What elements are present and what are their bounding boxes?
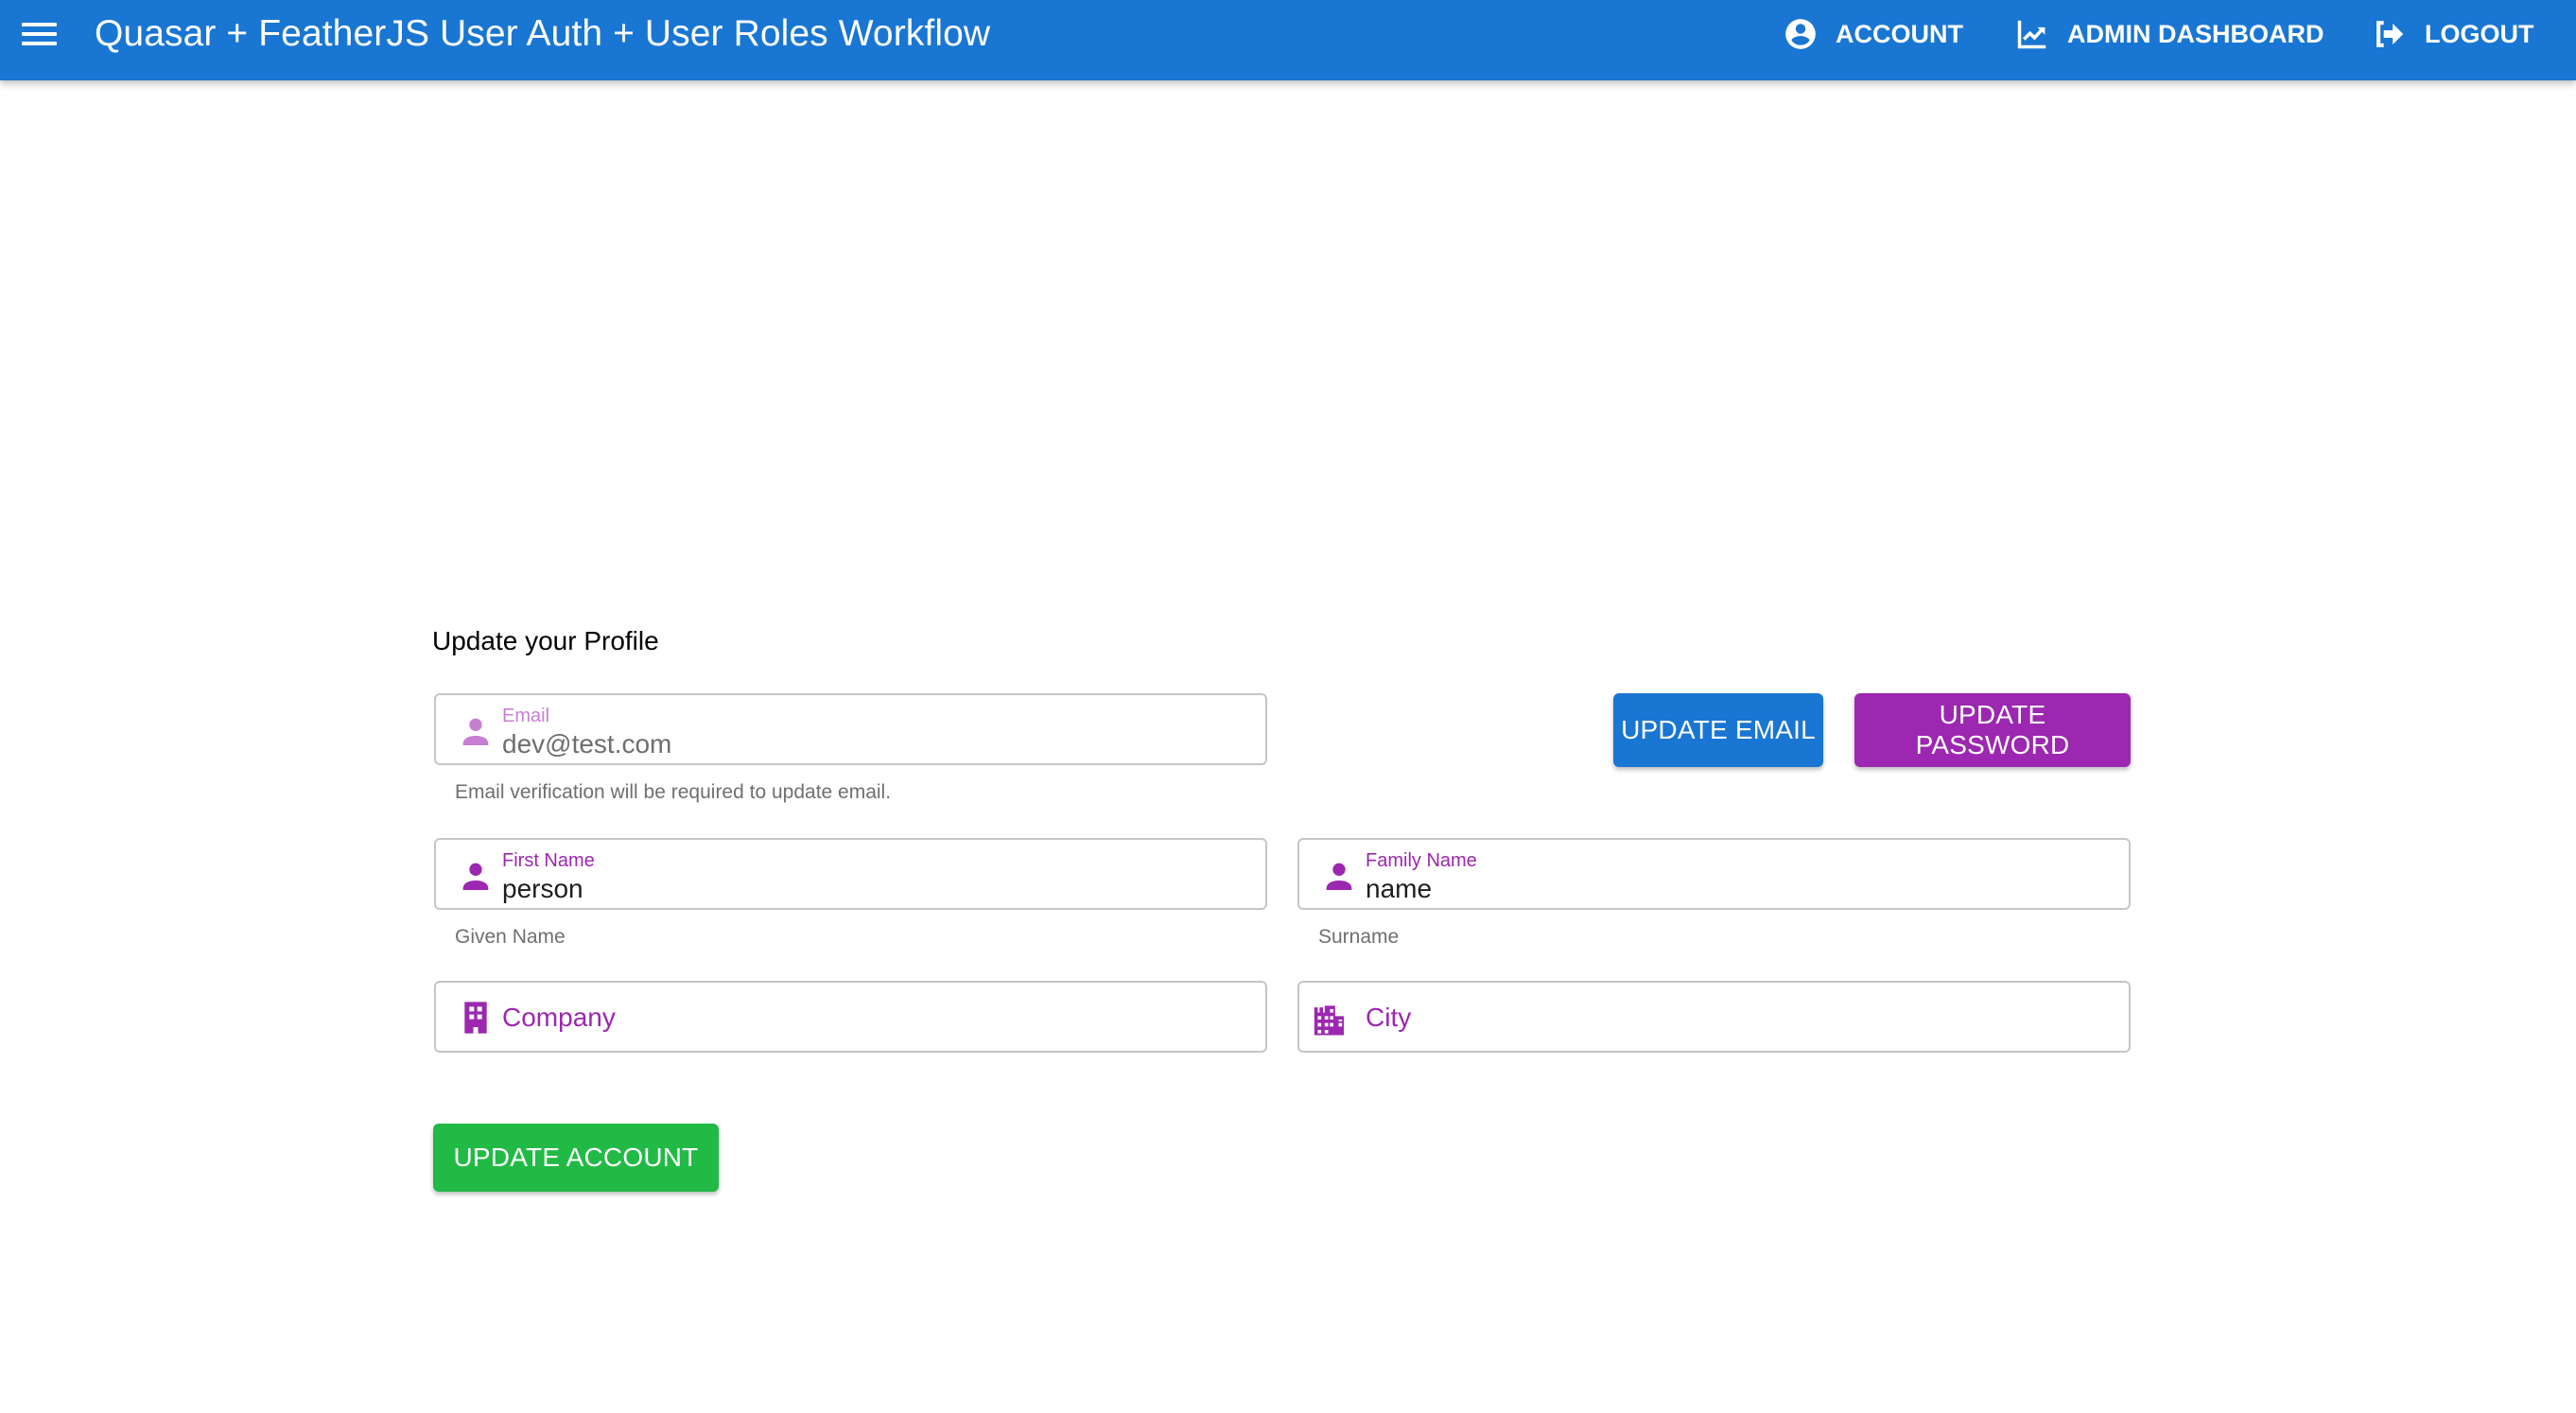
app-title: Quasar + FeatherJS User Auth + User Role… — [95, 13, 991, 54]
account-circle-icon — [1785, 19, 1816, 49]
first-name-label: First Name — [502, 850, 595, 871]
person-icon — [462, 863, 489, 890]
first-name-field[interactable]: First Name person — [434, 838, 1267, 910]
city-field[interactable]: City — [1297, 981, 2131, 1053]
update-password-button[interactable]: UPDATE PASSWORD — [1854, 693, 2131, 767]
family-name-value: name — [1366, 874, 1433, 903]
email-hint: Email verification will be required to u… — [455, 781, 892, 803]
logout-icon — [2376, 21, 2404, 47]
email-field[interactable]: Email dev@test.com — [434, 693, 1267, 765]
nav-account-button[interactable]: ACCOUNT — [1783, 11, 1963, 57]
city-placeholder: City — [1366, 1003, 1412, 1032]
company-placeholder: Company — [502, 1003, 616, 1032]
office-building-icon — [464, 1002, 487, 1034]
nav-logout-button[interactable]: LOGOUT — [2372, 11, 2534, 57]
update-account-button[interactable]: UPDATE ACCOUNT — [433, 1124, 719, 1192]
trending-chart-icon — [2017, 20, 2046, 49]
city-buildings-icon — [1314, 1005, 1344, 1036]
nav-logout-label: LOGOUT — [2425, 19, 2534, 48]
nav-admin-dashboard-button[interactable]: ADMIN DASHBOARD — [2014, 11, 2324, 57]
first-name-value: person — [502, 874, 583, 903]
email-label: Email — [502, 706, 550, 726]
nav-account-label: ACCOUNT — [1836, 19, 1963, 48]
family-name-label: Family Name — [1366, 850, 1477, 871]
person-icon — [1326, 863, 1352, 890]
hamburger-menu-icon[interactable] — [19, 19, 61, 49]
family-name-field[interactable]: Family Name name — [1297, 838, 2131, 910]
app-header: Quasar + FeatherJS User Auth + User Role… — [0, 0, 2576, 80]
nav-admin-dashboard-label: ADMIN DASHBOARD — [2067, 19, 2324, 48]
update-email-button[interactable]: UPDATE EMAIL — [1613, 693, 1823, 767]
email-value: dev@test.com — [502, 729, 672, 759]
family-name-hint: Surname — [1318, 926, 1400, 948]
company-field[interactable]: Company — [434, 981, 1267, 1053]
section-title: Update your Profile — [432, 626, 659, 655]
first-name-hint: Given Name — [455, 926, 566, 948]
person-icon — [462, 718, 489, 745]
